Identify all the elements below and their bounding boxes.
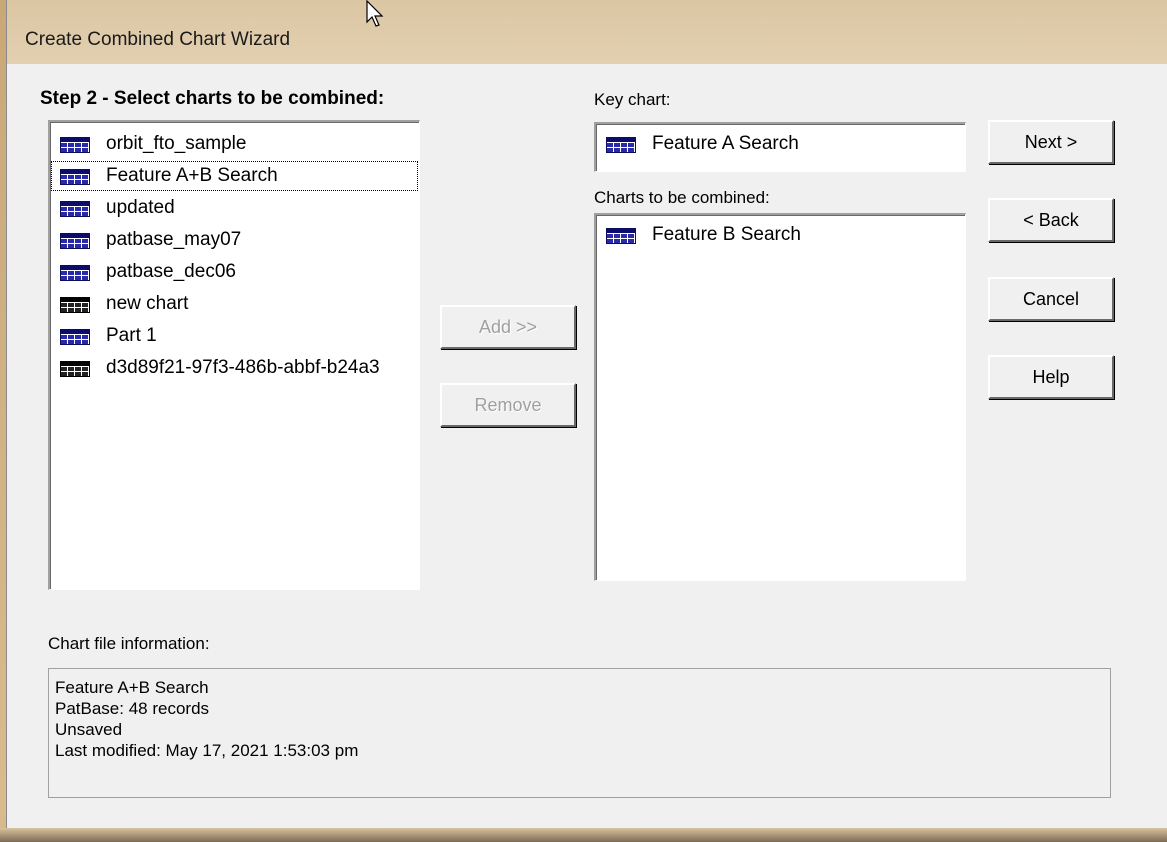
list-item[interactable]: Feature A+B Search bbox=[50, 160, 419, 192]
list-item[interactable]: updated bbox=[50, 192, 419, 224]
grid-icon bbox=[60, 201, 90, 217]
list-item[interactable]: Feature B Search bbox=[596, 219, 965, 251]
back-button[interactable]: < Back bbox=[988, 198, 1114, 242]
list-item[interactable]: new chart bbox=[50, 288, 419, 320]
grid-icon bbox=[60, 329, 90, 345]
available-charts-list[interactable]: orbit_fto_sample Feature A+B Search upda… bbox=[48, 120, 420, 590]
list-item[interactable]: Part 1 bbox=[50, 320, 419, 352]
grid-icon bbox=[606, 228, 636, 244]
info-line: Last modified: May 17, 2021 1:53:03 pm bbox=[55, 741, 359, 760]
info-line: Unsaved bbox=[55, 720, 123, 739]
chart-info-box: Feature A+B Search PatBase: 48 records U… bbox=[48, 668, 1111, 798]
key-chart-label: Key chart: bbox=[594, 90, 671, 109]
help-button[interactable]: Help bbox=[988, 355, 1114, 399]
info-line: PatBase: 48 records bbox=[55, 699, 210, 718]
step-title: Step 2 - Select charts to be combined: bbox=[40, 88, 385, 109]
window-frame-bottom bbox=[0, 828, 1167, 842]
combined-charts-label: Charts to be combined: bbox=[594, 188, 770, 207]
title-bar[interactable]: Create Combined Chart Wizard bbox=[7, 0, 1167, 64]
remove-button[interactable]: Remove bbox=[440, 383, 576, 427]
info-line: Feature A+B Search bbox=[55, 678, 209, 697]
grid-icon bbox=[60, 137, 90, 153]
cancel-button[interactable]: Cancel bbox=[988, 277, 1114, 321]
list-item[interactable]: patbase_dec06 bbox=[50, 256, 419, 288]
next-button[interactable]: Next > bbox=[988, 120, 1114, 164]
key-chart-item[interactable]: Feature A Search bbox=[596, 128, 965, 160]
combined-charts-list[interactable]: Feature B Search bbox=[594, 213, 966, 581]
mouse-cursor-icon bbox=[366, 0, 384, 27]
key-chart-box[interactable]: Feature A Search bbox=[594, 122, 966, 172]
grid-icon bbox=[60, 169, 90, 185]
grid-icon bbox=[606, 137, 636, 153]
info-label: Chart file information: bbox=[48, 634, 210, 653]
list-item[interactable]: d3d89f21-97f3-486b-abbf-b24a3 bbox=[50, 352, 419, 384]
grid-icon bbox=[60, 265, 90, 281]
grid-icon bbox=[60, 233, 90, 249]
list-item[interactable]: orbit_fto_sample bbox=[50, 128, 419, 160]
window-title: Create Combined Chart Wizard bbox=[25, 29, 291, 50]
grid-icon bbox=[60, 297, 90, 313]
add-button[interactable]: Add >> bbox=[440, 305, 576, 349]
grid-icon bbox=[60, 361, 90, 377]
list-item[interactable]: patbase_may07 bbox=[50, 224, 419, 256]
